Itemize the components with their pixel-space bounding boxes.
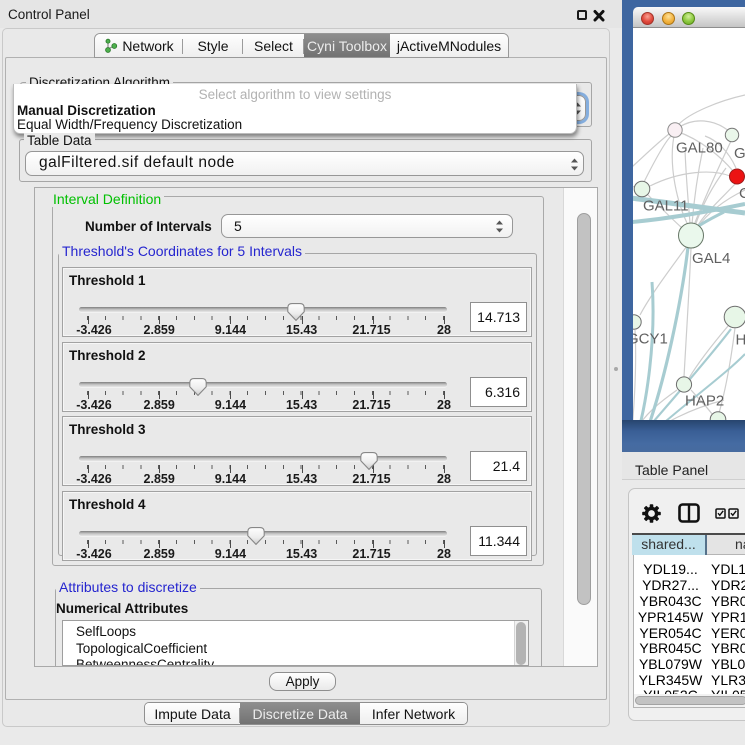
svg-text:C: C [739,185,745,202]
svg-text:GAL11: GAL11 [643,198,689,215]
svg-text:GA: GA [734,145,745,162]
svg-text:HAP2: HAP2 [685,393,724,410]
svg-text:GAL4: GAL4 [692,250,730,267]
svg-text:H: H [736,332,745,349]
svg-text:GCY1: GCY1 [633,331,668,348]
svg-text:GAL80: GAL80 [676,140,723,157]
